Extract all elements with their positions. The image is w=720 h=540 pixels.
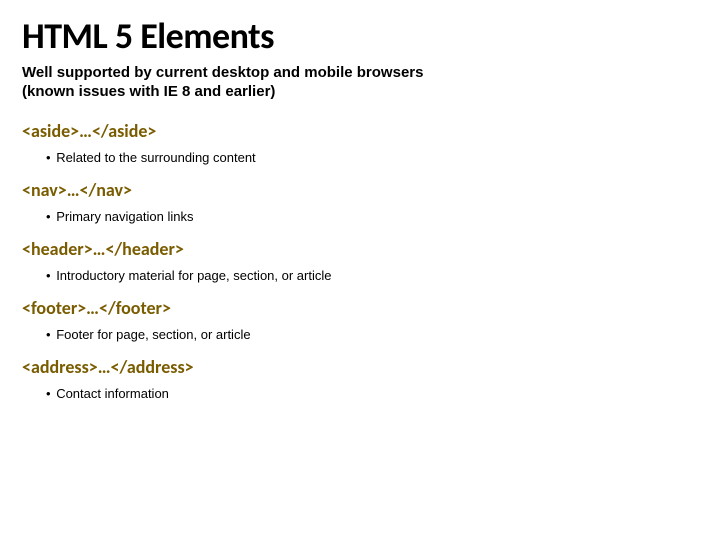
bullet-icon: • [46, 209, 51, 224]
slide-title: HTML 5 Elements [22, 14, 698, 58]
element-desc-text: Contact information [56, 386, 169, 401]
bullet-icon: • [46, 386, 51, 401]
element-tag: <nav>…</nav> [22, 179, 698, 201]
element-block: <nav>…</nav> • Primary navigation links [22, 179, 698, 224]
element-tag: <footer>…</footer> [22, 297, 698, 319]
element-tag: <aside>…</aside> [22, 120, 698, 142]
element-block: <address>…</address> • Contact informati… [22, 356, 698, 401]
subtitle-line-2: (known issues with IE 8 and earlier) [22, 83, 275, 100]
bullet-icon: • [46, 268, 51, 283]
element-desc: • Related to the surrounding content [46, 150, 698, 165]
element-desc: • Introductory material for page, sectio… [46, 268, 698, 283]
element-block: <aside>…</aside> • Related to the surrou… [22, 120, 698, 165]
element-block: <header>…</header> • Introductory materi… [22, 238, 698, 283]
slide-subtitle: Well supported by current desktop and mo… [22, 64, 698, 102]
element-tag: <address>…</address> [22, 356, 698, 378]
element-desc: • Primary navigation links [46, 209, 698, 224]
element-desc-text: Primary navigation links [56, 209, 193, 224]
element-desc-text: Related to the surrounding content [56, 150, 255, 165]
bullet-icon: • [46, 150, 51, 165]
element-desc-text: Introductory material for page, section,… [56, 268, 331, 283]
slide: HTML 5 Elements Well supported by curren… [0, 0, 720, 425]
element-tag: <header>…</header> [22, 238, 698, 260]
element-block: <footer>…</footer> • Footer for page, se… [22, 297, 698, 342]
element-desc: • Contact information [46, 386, 698, 401]
element-desc-text: Footer for page, section, or article [56, 327, 250, 342]
subtitle-line-1: Well supported by current desktop and mo… [22, 64, 423, 81]
element-desc: • Footer for page, section, or article [46, 327, 698, 342]
bullet-icon: • [46, 327, 51, 342]
